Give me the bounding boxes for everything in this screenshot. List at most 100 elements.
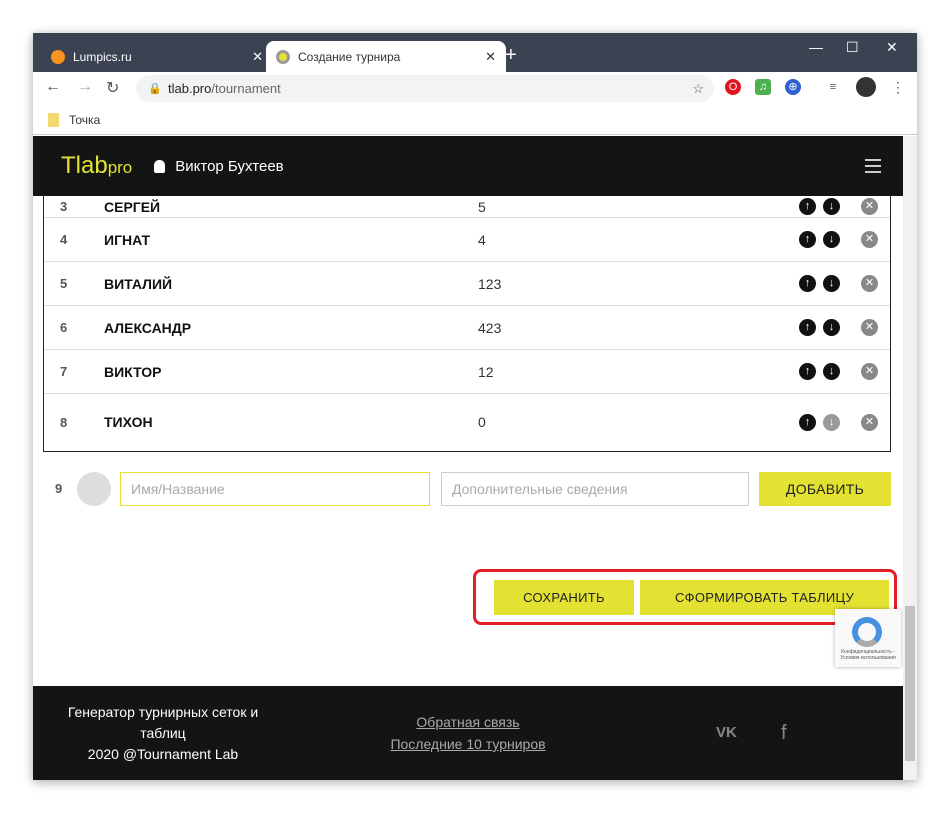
row-info[interactable]: 5 [478, 199, 486, 215]
music-extension-icon[interactable]: ♫ [755, 79, 771, 95]
table-row: 4 ИГНАТ 4 ↑ ↓ ✕ [44, 218, 890, 262]
move-down-icon[interactable]: ↓ [823, 275, 840, 292]
folder-icon [48, 112, 59, 127]
tlab-favicon-icon [276, 49, 290, 64]
delete-icon[interactable]: ✕ [861, 363, 878, 380]
row-number: 8 [60, 414, 68, 430]
move-up-icon[interactable]: ↑ [799, 319, 816, 336]
user-icon [154, 159, 166, 173]
maximize-icon[interactable]: ☐ [846, 39, 859, 56]
tab-tournament[interactable]: Создание турнира ✕ [266, 41, 506, 72]
feedback-link[interactable]: Обратная связь [343, 714, 593, 730]
delete-icon[interactable]: ✕ [861, 413, 878, 431]
move-up-icon[interactable]: ↑ [799, 231, 816, 248]
row-name[interactable]: ВИТАЛИЙ [104, 276, 172, 292]
site-logo[interactable]: Tlabpro [61, 152, 132, 180]
recaptcha-badge[interactable]: Конфиденциальность - Условия использован… [835, 609, 901, 667]
url-path: /tournament [211, 81, 281, 96]
page-content: Tlabpro Виктор Бухтеев 3 СЕРГЕЙ 5 ↑ ↓ ✕ 4 ИГНА… [33, 136, 903, 780]
vk-icon[interactable]: VK [716, 724, 737, 741]
url-host: tlab.pro [168, 81, 212, 96]
info-input[interactable]: Дополнительные сведения [441, 472, 749, 506]
footer-copyright: 2020 @Tournament Lab [87, 746, 239, 762]
row-name[interactable]: СЕРГЕЙ [104, 199, 160, 215]
browser-toolbar: ← → ↻ 🔒 tlab.pro/tournament ☆ O ♫ ⊕ ≡ ⋮ [33, 72, 917, 105]
row-number: 6 [60, 320, 68, 335]
add-button[interactable]: ДОБАВИТЬ [759, 472, 891, 506]
opera-extension-icon[interactable]: O [725, 79, 741, 95]
move-down-icon[interactable]: ↓ [823, 363, 840, 380]
bookmark-tochka[interactable]: Точка [69, 113, 100, 127]
site-header: Tlabpro Виктор Бухтеев [33, 136, 903, 196]
row-number: 3 [60, 199, 68, 214]
row-info[interactable]: 4 [478, 232, 486, 248]
menu-icon[interactable]: ⋮ [890, 79, 906, 95]
row-number: 7 [60, 364, 68, 379]
tab-lumpics[interactable]: Lumpics.ru ✕ [41, 41, 273, 72]
row-name[interactable]: ИГНАТ [104, 232, 150, 248]
address-bar[interactable]: 🔒 tlab.pro/tournament ☆ [136, 75, 714, 102]
move-down-icon[interactable]: ↓ [823, 198, 840, 215]
logo-sub: pro [107, 158, 133, 177]
row-info[interactable]: 123 [478, 276, 501, 292]
table-row: 6 АЛЕКСАНДР 423 ↑ ↓ ✕ [44, 306, 890, 350]
delete-icon[interactable]: ✕ [861, 319, 878, 336]
footer-tagline: Генератор турнирных сеток и таблиц [67, 704, 259, 741]
table-row: 3 СЕРГЕЙ 5 ↑ ↓ ✕ [44, 196, 890, 218]
name-input[interactable]: Имя/Название [120, 472, 430, 506]
facebook-icon[interactable]: f [781, 722, 787, 745]
move-down-icon[interactable]: ↓ [823, 231, 840, 248]
row-number: 5 [60, 276, 68, 291]
tab-title: Lumpics.ru [73, 49, 132, 64]
star-icon[interactable]: ☆ [692, 81, 704, 97]
footer-about: Генератор турнирных сеток и таблиц 2020 @… [53, 702, 273, 765]
table-row: 8 ТИХОН 0 ↑ ↓ ✕ [44, 394, 890, 450]
delete-icon[interactable]: ✕ [861, 198, 878, 215]
scrollbar-thumb[interactable] [905, 606, 915, 761]
tab-bar: Lumpics.ru ✕ Создание турнира ✕ + — ☐ ✕ [33, 33, 917, 72]
close-tab-icon[interactable]: ✕ [252, 49, 263, 65]
recaptcha-icon [852, 617, 882, 647]
delete-icon[interactable]: ✕ [861, 275, 878, 292]
avatar-placeholder[interactable] [77, 472, 111, 506]
profile-avatar[interactable] [856, 77, 876, 97]
minimize-icon[interactable]: — [809, 39, 823, 55]
move-down-icon[interactable]: ↓ [823, 319, 840, 336]
delete-icon[interactable]: ✕ [861, 231, 878, 248]
recaptcha-terms[interactable]: Конфиденциальность - Условия использован… [840, 649, 896, 661]
site-footer: Генератор турнирных сеток и таблиц 2020 @… [33, 686, 903, 780]
new-tab-icon[interactable]: + [505, 44, 517, 67]
move-up-icon[interactable]: ↑ [799, 413, 816, 431]
bookmarks-bar: Точка [33, 105, 917, 135]
row-info[interactable]: 423 [478, 320, 501, 336]
reload-icon[interactable]: ↻ [106, 78, 119, 98]
row-info[interactable]: 0 [478, 414, 486, 430]
row-name[interactable]: АЛЕКСАНДР [104, 320, 191, 336]
close-window-icon[interactable]: ✕ [886, 39, 898, 56]
vpn-extension-icon[interactable]: ⊕ [785, 79, 801, 95]
move-up-icon[interactable]: ↑ [799, 275, 816, 292]
row-info[interactable]: 12 [478, 364, 494, 380]
move-up-icon[interactable]: ↑ [799, 363, 816, 380]
user-menu[interactable]: Виктор Бухтеев [154, 158, 284, 175]
browser-window: Lumpics.ru ✕ Создание турнира ✕ + — ☐ ✕ ← … [33, 33, 917, 780]
media-icon[interactable]: ≡ [825, 79, 841, 95]
forward-icon[interactable]: → [77, 78, 93, 96]
name-placeholder: Имя/Название [131, 481, 225, 497]
participants-table: 3 СЕРГЕЙ 5 ↑ ↓ ✕ 4 ИГНАТ 4 ↑ ↓ ✕ 5 ВИТАЛИЙ 123 ↑ ↓ ✕ 6 А… [43, 176, 891, 452]
row-name[interactable]: ТИХОН [104, 414, 153, 430]
move-up-icon[interactable]: ↑ [799, 198, 816, 215]
table-row: 7 ВИКТОР 12 ↑ ↓ ✕ [44, 350, 890, 394]
row-name[interactable]: ВИКТОР [104, 364, 162, 380]
close-tab-icon[interactable]: ✕ [485, 49, 496, 65]
move-down-icon: ↓ [823, 413, 840, 431]
orange-favicon-icon [51, 49, 65, 64]
hamburger-menu-icon[interactable] [865, 159, 881, 177]
add-participant-row: 9 Имя/Название Дополнительные сведения Д… [33, 469, 903, 509]
tab-title: Создание турнира [298, 49, 401, 64]
scrollbar[interactable] [903, 136, 917, 780]
row-number: 4 [60, 232, 68, 247]
back-icon[interactable]: ← [45, 78, 61, 96]
last-tournaments-link[interactable]: Последние 10 турниров [343, 736, 593, 752]
lock-icon: 🔒 [148, 83, 162, 95]
